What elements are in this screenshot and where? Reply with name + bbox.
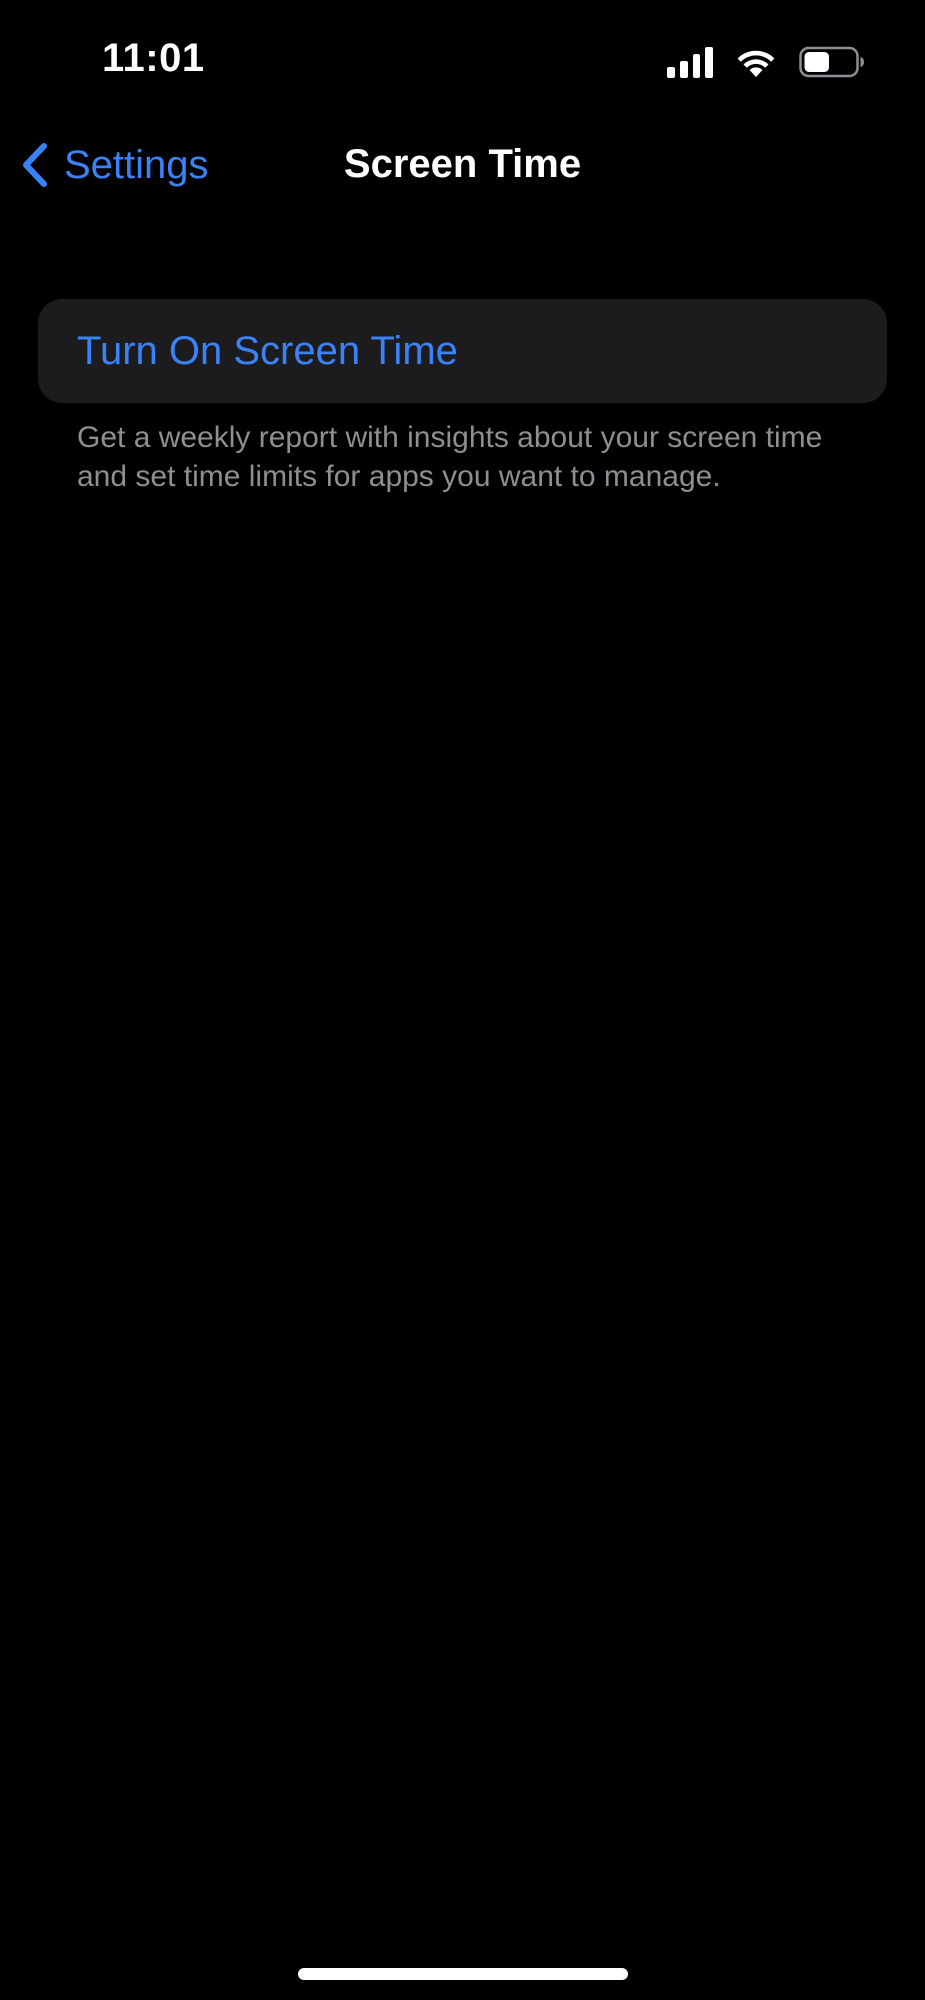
status-bar: 11:01 xyxy=(0,0,925,120)
status-icons xyxy=(667,44,865,80)
wifi-icon xyxy=(737,50,775,77)
back-label: Settings xyxy=(64,142,209,187)
turn-on-screen-time-button[interactable]: Turn On Screen Time xyxy=(38,299,887,403)
status-time: 11:01 xyxy=(102,36,205,80)
nav-bar: Screen Time Settings xyxy=(0,120,925,210)
chevron-left-icon xyxy=(23,143,47,187)
turn-on-screen-time-label: Turn On Screen Time xyxy=(77,328,458,373)
signal-icon xyxy=(667,46,713,78)
battery-icon xyxy=(799,46,864,78)
section-footer-text: Get a weekly report with insights about … xyxy=(77,421,823,493)
back-button[interactable]: Settings xyxy=(20,140,209,190)
home-indicator[interactable] xyxy=(298,1968,628,1980)
